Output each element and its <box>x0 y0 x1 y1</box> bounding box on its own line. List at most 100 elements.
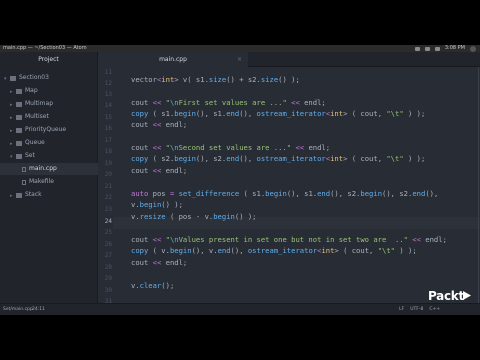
code-token: end <box>412 189 426 198</box>
code-line[interactable]: cout << endl; <box>131 166 187 175</box>
tab-project[interactable]: Project <box>0 52 98 67</box>
code-token: cout <box>131 143 153 152</box>
code-line[interactable]: v.begin() ); <box>131 200 183 209</box>
code-token: v. <box>131 281 140 290</box>
line-number: 17 <box>104 137 112 144</box>
code-token: () ); <box>278 75 300 84</box>
line-number: 22 <box>104 194 112 201</box>
wifi-icon[interactable] <box>414 46 420 51</box>
code-token: copy <box>131 246 149 255</box>
tree-item-queue[interactable]: ▸ Queue <box>10 137 45 149</box>
volume-icon[interactable] <box>434 46 440 51</box>
status-cursor-position[interactable]: 24:11 <box>32 304 45 315</box>
clock[interactable]: 3:08 PM <box>445 45 465 52</box>
line-number: 12 <box>104 80 112 87</box>
tree-item-main-cpp[interactable]: main.cpp <box>0 163 98 175</box>
tree-item-makefile[interactable]: Makefile <box>22 176 54 188</box>
code-token: > v( s1. <box>174 75 209 84</box>
tree-item-multimap[interactable]: ▸ Multimap <box>10 98 53 110</box>
code-token: (), <box>230 246 248 255</box>
code-token: size <box>208 75 227 84</box>
code-token: (), s2. <box>195 154 227 163</box>
tree-item-stack[interactable]: ▸ Stack <box>10 189 42 201</box>
code-token: v. <box>131 200 140 209</box>
status-file-path[interactable]: Set/main.cpp <box>3 304 33 315</box>
code-token: > ( cout, <box>334 246 378 255</box>
code-line[interactable]: cout << "\nValues present in set one but… <box>131 235 447 244</box>
code-token: ostream_iterator <box>256 109 326 118</box>
code-token: ( s2. <box>148 154 175 163</box>
close-icon[interactable]: × <box>237 52 242 67</box>
code-line[interactable]: copy ( v.begin(), v.end(), ostream_itera… <box>131 246 417 255</box>
battery-icon[interactable] <box>424 46 430 51</box>
status-encoding[interactable]: UTF-8 <box>410 304 423 315</box>
code-line[interactable]: cout << endl; <box>131 258 187 267</box>
code-line[interactable]: v.clear(); <box>131 281 174 290</box>
folder-icon <box>16 140 22 146</box>
code-token: set_difference <box>178 189 240 198</box>
code-line[interactable]: cout << "\nSecond set values are ..." <<… <box>131 143 330 152</box>
tree-item-set[interactable]: ▾ Set <box>10 150 35 162</box>
code-token: endl; <box>425 235 447 244</box>
code-token: begin <box>174 109 196 118</box>
tree-item-map[interactable]: ▸ Map <box>10 85 38 97</box>
line-number: 23 <box>104 206 112 213</box>
code-token: end <box>226 109 240 118</box>
code-line[interactable]: auto pos = set_difference ( s1.begin(), … <box>131 189 438 198</box>
code-token: " <box>161 235 170 244</box>
title-bar: main.cpp — ~/Section03 — Atom 3:08 PM <box>0 45 480 52</box>
code-token: ostream_iterator <box>247 246 318 255</box>
tree-item-priorityqueue[interactable]: ▸ PriorityQueue <box>10 124 66 136</box>
code-token: \n <box>169 235 179 244</box>
code-token: << <box>152 166 162 175</box>
code-token: clear <box>139 281 162 290</box>
tree-item-multiset[interactable]: ▸ Multiset <box>10 111 49 123</box>
letterbox-top <box>0 0 480 45</box>
code-token: " <box>161 143 170 152</box>
code-token: cout <box>131 258 153 267</box>
code-token: vector <box>131 75 157 84</box>
code-token: begin <box>174 154 196 163</box>
code-line[interactable]: copy ( s1.begin(), s1.end(), ostream_ite… <box>131 109 425 118</box>
code-token: "\t" <box>377 246 396 255</box>
line-number: 30 <box>104 287 112 294</box>
code-token: (), s2. <box>382 189 413 198</box>
code-editor[interactable]: 11 12 13 14 15 16 17 18 19 20 21 22 23 2… <box>98 67 480 303</box>
code-token: \n <box>169 143 179 152</box>
code-token: () ); <box>161 200 183 209</box>
tab-bar: Project main.cpp × <box>0 52 480 67</box>
code-token: ) ); <box>403 109 426 118</box>
code-line[interactable]: cout << "\nFirst set values are ..." << … <box>131 98 326 107</box>
folder-icon <box>16 88 22 94</box>
code-token: > ( cout, <box>343 154 387 163</box>
code-line[interactable]: cout << endl; <box>131 120 187 129</box>
file-icon <box>22 179 26 185</box>
code-token: ( s1. <box>239 189 266 198</box>
code-line[interactable]: copy ( s2.begin(), s2.end(), ostream_ite… <box>131 154 425 163</box>
atom-window: main.cpp — ~/Section03 — Atom 3:08 PM Pr… <box>0 45 480 315</box>
code-token: v. <box>131 212 140 221</box>
line-number: 19 <box>104 160 112 167</box>
code-line[interactable]: v.resize ( pos - v.begin() ); <box>131 212 257 221</box>
code-line[interactable]: vector<int> v( s1.size() + s2.size() ); <box>131 75 300 84</box>
code-token: ( v. <box>148 246 170 255</box>
line-number: 11 <box>104 69 112 76</box>
code-token: end <box>226 154 240 163</box>
code-token: int <box>161 75 175 84</box>
status-line-ending[interactable]: LF <box>399 304 404 315</box>
code-token: (); <box>161 281 175 290</box>
line-number: 20 <box>104 171 112 178</box>
code-token: ( pos - v. <box>165 212 214 221</box>
code-token: size <box>260 75 279 84</box>
packt-logo: Packt <box>428 289 474 311</box>
code-token: "\t" <box>386 154 404 163</box>
tab-main-cpp[interactable]: main.cpp × <box>98 52 248 67</box>
code-token: ) ); <box>403 154 426 163</box>
tab-main-cpp-label: main.cpp <box>159 56 187 63</box>
code-token: endl; <box>308 143 331 152</box>
code-token: () ); <box>234 212 257 221</box>
line-number: 27 <box>104 252 112 259</box>
tree-root[interactable]: ▾ Section03 <box>4 72 49 84</box>
user-avatar[interactable] <box>470 45 476 52</box>
code-token: pos <box>148 189 170 198</box>
